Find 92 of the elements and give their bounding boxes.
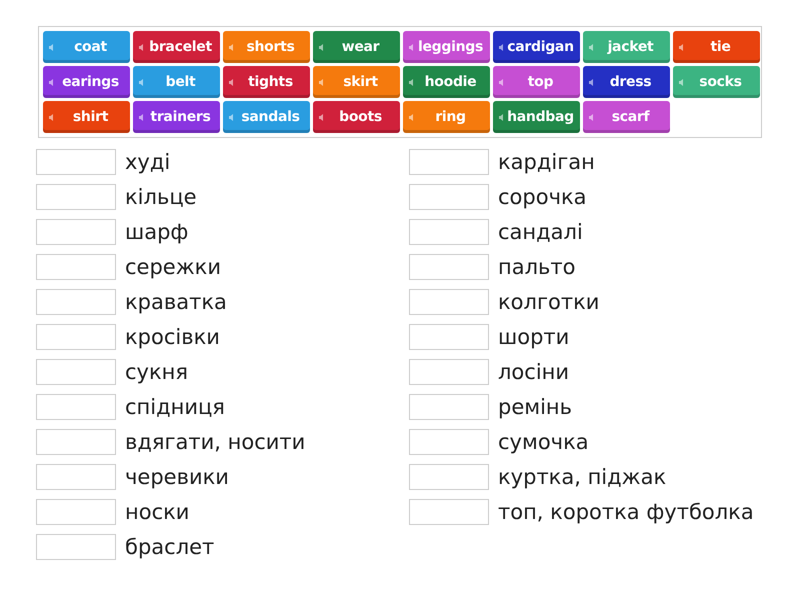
drop-box[interactable]: [409, 149, 489, 175]
clue-text: краватка: [125, 290, 227, 314]
clue-text: вдягати, носити: [125, 430, 306, 454]
word-tile[interactable]: trainers: [133, 101, 220, 133]
word-tile[interactable]: cardigan: [493, 31, 580, 63]
clue-text: колготки: [498, 290, 600, 314]
speaker-icon: [679, 44, 685, 50]
drop-box[interactable]: [36, 499, 116, 525]
word-tile[interactable]: belt: [133, 66, 220, 98]
speaker-icon: [319, 78, 325, 86]
speaker-icon: [49, 114, 55, 120]
drop-box[interactable]: [409, 429, 489, 455]
speaker-icon: [409, 78, 415, 86]
speaker-icon: [409, 44, 415, 50]
drop-box[interactable]: [36, 534, 116, 560]
drop-box[interactable]: [36, 184, 116, 210]
word-tile[interactable]: tights: [223, 66, 310, 98]
word-tile[interactable]: earings: [43, 66, 130, 98]
speaker-icon: [499, 114, 505, 120]
speaker-icon: [409, 114, 415, 120]
speaker-icon: [679, 78, 685, 86]
clue-text: носки: [125, 500, 190, 524]
word-tile[interactable]: leggings: [403, 31, 490, 63]
word-tile[interactable]: shorts: [223, 31, 310, 63]
drop-box[interactable]: [409, 184, 489, 210]
clue-text: лосіни: [498, 360, 570, 384]
speaker-icon: [229, 78, 235, 86]
drop-box[interactable]: [409, 394, 489, 420]
word-tile[interactable]: coat: [43, 31, 130, 63]
drop-box[interactable]: [409, 324, 489, 350]
speaker-icon: [319, 114, 325, 120]
word-tile[interactable]: skirt: [313, 66, 400, 98]
clue-text: шарф: [125, 220, 188, 244]
speaker-icon: [139, 114, 145, 120]
clue-text: черевики: [125, 465, 229, 489]
drop-box[interactable]: [36, 464, 116, 490]
word-tile[interactable]: sandals: [223, 101, 310, 133]
speaker-icon: [49, 78, 55, 86]
word-tile[interactable]: hoodie: [403, 66, 490, 98]
clue-text: сукня: [125, 360, 188, 384]
drop-box[interactable]: [36, 394, 116, 420]
drop-box[interactable]: [409, 499, 489, 525]
clue-text: кардіган: [498, 150, 595, 174]
clue-text: сорочка: [498, 185, 587, 209]
drop-box[interactable]: [409, 359, 489, 385]
speaker-icon: [319, 44, 325, 50]
speaker-icon: [49, 44, 55, 50]
drop-box[interactable]: [409, 219, 489, 245]
word-tile[interactable]: jacket: [583, 31, 670, 63]
speaker-icon: [589, 44, 595, 50]
speaker-icon: [229, 114, 235, 120]
word-tile[interactable]: ring: [403, 101, 490, 133]
word-tile[interactable]: socks: [673, 66, 760, 98]
clue-text: кільце: [125, 185, 197, 209]
drop-box[interactable]: [36, 429, 116, 455]
word-tile[interactable]: boots: [313, 101, 400, 133]
drop-box[interactable]: [409, 254, 489, 280]
speaker-icon: [589, 114, 595, 120]
speaker-icon: [139, 78, 145, 86]
speaker-icon: [499, 44, 505, 50]
word-tile[interactable]: top: [493, 66, 580, 98]
word-tile[interactable]: dress: [583, 66, 670, 98]
clue-text: сандалі: [498, 220, 583, 244]
word-tile[interactable]: tie: [673, 31, 760, 63]
clue-text: сережки: [125, 255, 221, 279]
clue-text: топ, коротка футболка: [498, 500, 754, 524]
drop-box[interactable]: [409, 464, 489, 490]
clue-text: браслет: [125, 535, 214, 559]
clue-text: шорти: [498, 325, 570, 349]
word-tile[interactable]: shirt: [43, 101, 130, 133]
speaker-icon: [589, 78, 595, 86]
drop-box[interactable]: [36, 254, 116, 280]
clue-text: худі: [125, 150, 170, 174]
clue-text: пальто: [498, 255, 576, 279]
word-tile[interactable]: handbag: [493, 101, 580, 133]
speaker-icon: [499, 78, 505, 86]
speaker-icon: [229, 44, 235, 50]
speaker-icon: [139, 44, 145, 50]
drop-box[interactable]: [36, 324, 116, 350]
clue-text: кросівки: [125, 325, 220, 349]
drop-box[interactable]: [409, 289, 489, 315]
clue-text: спідниця: [125, 395, 225, 419]
word-tile[interactable]: wear: [313, 31, 400, 63]
drop-box[interactable]: [36, 359, 116, 385]
drop-box[interactable]: [36, 219, 116, 245]
clue-text: ремінь: [498, 395, 572, 419]
clue-text: куртка, піджак: [498, 465, 666, 489]
word-tile[interactable]: scarf: [583, 101, 670, 133]
drop-box[interactable]: [36, 149, 116, 175]
drop-box[interactable]: [36, 289, 116, 315]
word-tile[interactable]: bracelet: [133, 31, 220, 63]
clue-text: сумочка: [498, 430, 589, 454]
